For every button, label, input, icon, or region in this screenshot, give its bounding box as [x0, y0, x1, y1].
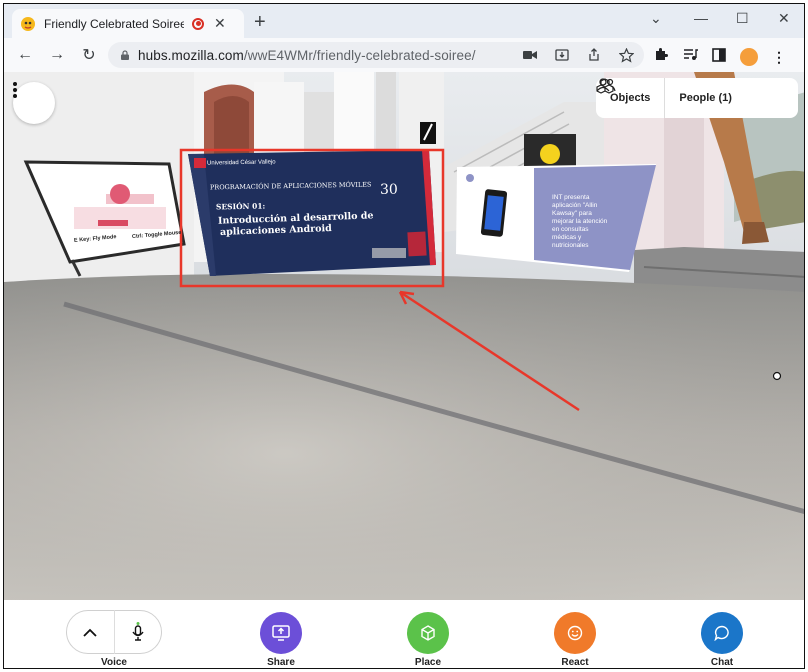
hubs-3d-scene[interactable]: Universidad César Vallejo PROGRAMACIÓN D… — [4, 72, 804, 600]
react-button[interactable] — [554, 612, 596, 654]
hubs-favicon-icon — [20, 16, 36, 32]
slide-badge: 30 — [380, 182, 398, 198]
microphone-toggle-button[interactable] — [114, 611, 161, 653]
share-label: Share — [267, 657, 295, 668]
camera-icon[interactable] — [522, 47, 538, 63]
voice-label: Voice — [101, 657, 127, 668]
share-button[interactable] — [260, 612, 302, 654]
close-tab-icon[interactable]: ✕ — [214, 15, 226, 32]
chat-button[interactable] — [701, 612, 743, 654]
lock-icon — [121, 50, 129, 60]
slide-session: SESIÓN 01: — [215, 201, 266, 212]
place-label: Place — [414, 657, 442, 668]
install-app-icon[interactable] — [554, 47, 570, 63]
right-slide-text-2: aplicación "Allin — [552, 202, 598, 209]
right-slide-text-4: mejorar la atención — [552, 218, 608, 225]
tab-search-chevron-icon[interactable]: ⌄ — [650, 10, 662, 27]
place-button[interactable] — [407, 612, 449, 654]
minimize-button[interactable]: — — [694, 10, 708, 26]
right-slide-text-1: INT presenta — [552, 194, 590, 201]
new-tab-button[interactable]: + — [254, 12, 266, 32]
more-vertical-icon — [13, 82, 17, 98]
recording-indicator-icon — [192, 17, 204, 30]
scene-render — [4, 72, 804, 600]
people-button[interactable]: People (1) — [596, 78, 746, 118]
right-slide-text-7: nutricionales — [552, 242, 589, 249]
voice-control-group — [66, 610, 162, 654]
bookmark-star-icon[interactable] — [618, 47, 634, 63]
smile-icon — [567, 625, 583, 641]
maximize-button[interactable]: ☐ — [736, 10, 749, 27]
cube-icon — [421, 625, 435, 641]
media-control-icon[interactable] — [683, 48, 698, 66]
reload-button[interactable]: ↻ — [76, 45, 102, 65]
expand-voice-button[interactable] — [67, 611, 114, 653]
people-icon — [596, 78, 616, 92]
slide-institution: Universidad César Vallejo — [206, 159, 276, 167]
browser-tab[interactable]: Friendly Celebrated Soiree | ✕ — [12, 9, 244, 38]
room-top-right-panel: Objects People (1) — [596, 78, 798, 118]
forward-button[interactable]: → — [44, 46, 70, 64]
back-button[interactable]: ← — [12, 46, 38, 64]
close-window-button[interactable]: ✕ — [778, 10, 790, 27]
share-screen-icon — [272, 625, 290, 641]
right-slide-text-3: Kawsay" para — [552, 210, 592, 217]
bottom-action-bar: Voice Share Place React Chat — [4, 600, 804, 668]
tab-title: Friendly Celebrated Soiree | — [44, 16, 184, 31]
chat-label: Chat — [710, 657, 734, 668]
room-menu-button[interactable] — [13, 82, 55, 124]
people-label: People (1) — [679, 92, 732, 104]
right-slide-text-6: médicas y — [552, 234, 582, 241]
profile-avatar[interactable] — [740, 48, 758, 66]
right-slide-text-5: en consultas — [552, 226, 589, 233]
chat-bubble-icon — [714, 625, 729, 641]
share-page-icon[interactable] — [586, 47, 602, 63]
microphone-icon — [132, 622, 144, 641]
chevron-up-icon — [83, 628, 97, 637]
url-host: hubs.mozilla.com — [138, 47, 244, 63]
react-label: React — [561, 657, 589, 668]
url-path: /wwE4WMr/friendly-celebrated-soiree/ — [243, 47, 476, 63]
objects-label: Objects — [610, 92, 651, 104]
browser-toolbar: ← → ↻ hubs.mozilla.com/wwE4WMr/friendly-… — [4, 38, 804, 72]
browser-window: Friendly Celebrated Soiree | ✕ + ⌄ — ☐ ✕… — [3, 3, 805, 669]
extensions-icon[interactable] — [654, 47, 669, 67]
browser-menu-icon[interactable]: ⋮ — [772, 49, 786, 66]
address-bar[interactable]: hubs.mozilla.com/wwE4WMr/friendly-celebr… — [108, 42, 644, 68]
tab-strip: Friendly Celebrated Soiree | ✕ + ⌄ — ☐ ✕ — [4, 4, 804, 38]
side-panel-icon[interactable] — [712, 47, 726, 67]
